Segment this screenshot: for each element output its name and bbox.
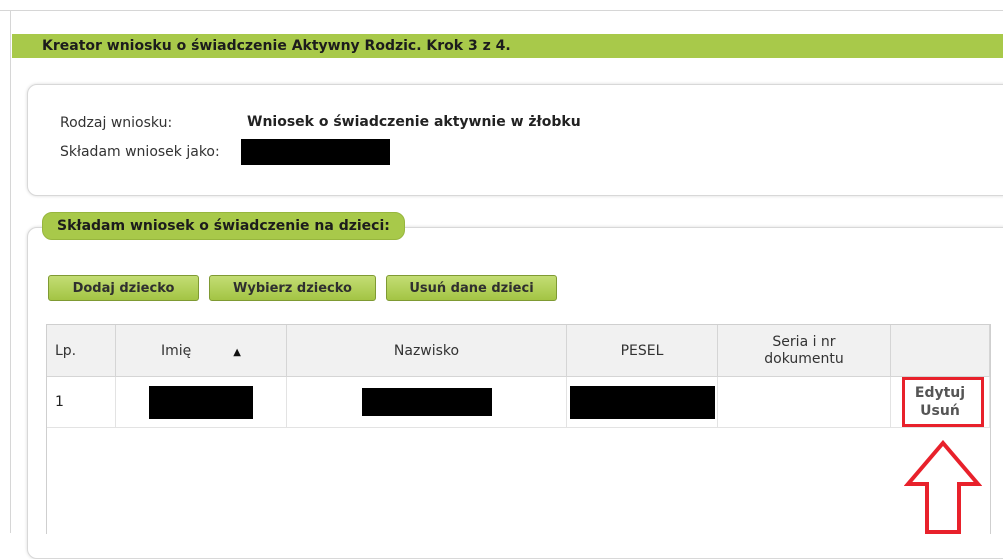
cell-seria — [717, 376, 891, 428]
column-header-lp[interactable]: Lp. — [47, 325, 116, 377]
add-child-button[interactable]: Dodaj dziecko — [48, 275, 199, 301]
actions-highlight-box — [902, 377, 984, 427]
applicant-role-label: Składam wniosek jako: — [60, 144, 220, 160]
cell-nazwisko — [286, 376, 567, 428]
application-type-label: Rodzaj wniosku: — [60, 115, 173, 131]
children-section-title: Składam wniosek o świadczenie na dzieci: — [57, 218, 390, 234]
column-header-actions — [890, 325, 990, 377]
applicant-role-redacted — [241, 139, 390, 165]
wizard-title-bar: Kreator wniosku o świadczenie Aktywny Ro… — [12, 34, 1003, 58]
pesel-redacted — [569, 385, 715, 419]
application-info-panel — [27, 84, 1003, 196]
children-table: Lp. Imię ▲ Nazwisko PESEL Seria i nr doku… — [46, 324, 991, 534]
sort-ascending-icon: ▲ — [233, 346, 241, 358]
children-section-header: Składam wniosek o świadczenie na dzieci: — [42, 212, 405, 240]
up-arrow-icon — [904, 440, 982, 534]
column-header-imie[interactable]: Imię ▲ — [115, 325, 287, 377]
table-header-row: Lp. Imię ▲ Nazwisko PESEL Seria i nr doku… — [47, 325, 990, 377]
top-border — [0, 10, 1003, 11]
cell-lp: 1 — [47, 376, 116, 428]
column-header-nazwisko[interactable]: Nazwisko — [286, 325, 567, 377]
remove-children-data-button[interactable]: Usuń dane dzieci — [386, 275, 557, 301]
left-border — [10, 10, 11, 533]
imie-redacted — [149, 385, 253, 419]
application-type-value: Wniosek o świadczenie aktywnie w żłobku — [247, 114, 581, 130]
wizard-title: Kreator wniosku o świadczenie Aktywny Ro… — [42, 38, 511, 54]
column-header-seria[interactable]: Seria i nr dokumentu — [717, 325, 891, 377]
choose-child-button[interactable]: Wybierz dziecko — [209, 275, 376, 301]
cell-imie — [115, 376, 287, 428]
cell-pesel — [566, 376, 718, 428]
nazwisko-redacted — [361, 388, 492, 416]
column-header-pesel[interactable]: PESEL — [566, 325, 718, 377]
column-header-imie-label: Imię — [161, 342, 192, 359]
table-row: 1 Edytuj Usuń — [47, 376, 990, 428]
